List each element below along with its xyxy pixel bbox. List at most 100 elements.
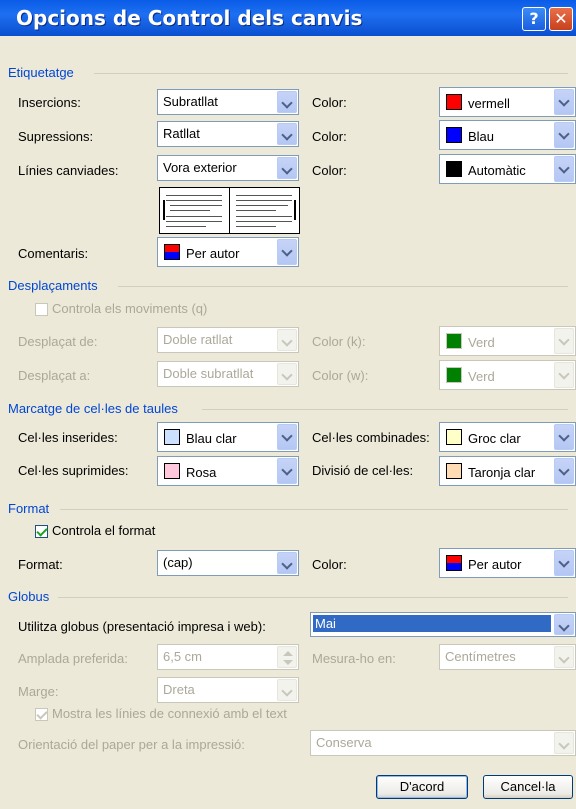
track-format-label: Controla el format <box>52 523 156 538</box>
celles-combinades-select[interactable]: Groc clar <box>439 422 576 452</box>
chevron-down-icon[interactable] <box>554 122 574 148</box>
desplacat-a-value: Doble subratllat <box>163 366 254 381</box>
track-format-checkbox[interactable] <box>35 525 48 538</box>
help-button[interactable]: ? <box>522 7 546 31</box>
linies-color-select[interactable]: Automàtic <box>439 154 576 184</box>
chevron-down-icon[interactable] <box>554 89 574 115</box>
chevron-down-icon[interactable] <box>554 732 574 754</box>
chevron-down-icon[interactable] <box>554 646 574 668</box>
chevron-down-icon[interactable] <box>554 614 574 635</box>
color-swatch <box>446 127 462 143</box>
section-desplacaments: Desplaçaments <box>8 278 98 293</box>
author-color-icon <box>446 555 462 571</box>
marge-select[interactable]: Dreta <box>157 677 299 703</box>
supressions-color-label: Color: <box>312 129 347 144</box>
chevron-down-icon[interactable] <box>277 679 297 701</box>
chevron-down-icon[interactable] <box>554 362 574 388</box>
supressions-value: Ratllat <box>163 126 200 141</box>
chevron-down-icon[interactable] <box>277 552 297 574</box>
ok-button[interactable]: D'acord <box>376 775 468 799</box>
insercions-color-label: Color: <box>312 95 347 110</box>
desplacat-de-value: Doble ratllat <box>163 332 233 347</box>
desplacat-de-select[interactable]: Doble ratllat <box>157 327 299 353</box>
connection-lines-checkbox[interactable] <box>35 708 48 721</box>
color-swatch <box>446 94 462 110</box>
title-bar[interactable]: Opcions de Control dels canvis ? ✕ <box>0 0 576 36</box>
mesura-select[interactable]: Centímetres <box>439 644 576 670</box>
track-moves-checkbox[interactable] <box>35 303 48 316</box>
chevron-down-icon[interactable] <box>554 156 574 182</box>
color-swatch <box>446 367 462 383</box>
section-format: Format <box>8 501 50 516</box>
changed-lines-preview <box>159 187 300 234</box>
linies-select[interactable]: Vora exterior <box>157 155 299 181</box>
amplada-spinner[interactable]: 6,5 cm <box>157 644 299 670</box>
amplada-value: 6,5 cm <box>163 649 203 664</box>
marge-label: Marge: <box>18 684 59 699</box>
linies-color-value: Automàtic <box>468 163 526 178</box>
supressions-color-value: Blau <box>468 129 495 144</box>
chevron-down-icon[interactable] <box>277 239 297 265</box>
desplacat-de-color-select[interactable]: Verd <box>439 326 576 356</box>
supressions-color-select[interactable]: Blau <box>439 120 576 150</box>
format-color-label: Color: <box>312 557 347 572</box>
format-value: (cap) <box>163 555 193 570</box>
desplacat-a-color-select[interactable]: Verd <box>439 360 576 390</box>
utilitza-globus-select[interactable]: Mai <box>310 612 576 637</box>
chevron-down-icon[interactable] <box>277 363 297 385</box>
track-changes-options-dialog: Opcions de Control dels canvis ? ✕ Etiqu… <box>0 0 576 809</box>
supressions-select[interactable]: Ratllat <box>157 121 299 147</box>
section-divider <box>58 597 568 598</box>
desplacat-a-select[interactable]: Doble subratllat <box>157 361 299 387</box>
celles-suprimides-label: Cel·les suprimides: <box>18 463 129 478</box>
track-moves-label: Controla els moviments (q) <box>52 301 208 316</box>
celles-inserides-select[interactable]: Blau clar <box>157 422 299 452</box>
insercions-label: Insercions: <box>18 95 81 110</box>
section-divider <box>118 286 568 287</box>
utilitza-globus-value: Mai <box>313 615 551 632</box>
preview-divider <box>229 188 230 233</box>
divisio-celles-value: Taronja clar <box>468 465 536 480</box>
format-select[interactable]: (cap) <box>157 550 299 576</box>
color-swatch <box>446 429 462 445</box>
close-button[interactable]: ✕ <box>549 7 573 31</box>
celles-inserides-label: Cel·les inserides: <box>18 430 118 445</box>
desplacat-de-color-label: Color (k): <box>312 334 366 349</box>
mesura-value: Centímetres <box>445 649 516 664</box>
divisio-celles-select[interactable]: Taronja clar <box>439 456 576 486</box>
divisio-celles-label: Divisió de cel·les: <box>312 463 414 478</box>
chevron-down-icon[interactable] <box>277 157 297 179</box>
cancel-button[interactable]: Cancel·la <box>483 775 573 799</box>
celles-combinades-label: Cel·les combinades: <box>312 430 430 445</box>
color-swatch <box>446 463 462 479</box>
section-divider <box>202 409 568 410</box>
chevron-down-icon[interactable] <box>277 329 297 351</box>
chevron-down-icon[interactable] <box>554 328 574 354</box>
insercions-select[interactable]: Subratllat <box>157 89 299 115</box>
celles-inserides-value: Blau clar <box>186 431 237 446</box>
desplacat-a-color-value: Verd <box>468 369 495 384</box>
utilitza-globus-label: Utilitza globus (presentació impresa i w… <box>18 619 266 634</box>
spinner-icon[interactable] <box>277 646 297 668</box>
chevron-down-icon[interactable] <box>277 91 297 113</box>
dialog-title: Opcions de Control dels canvis <box>16 6 363 30</box>
color-swatch <box>164 463 180 479</box>
chevron-down-icon[interactable] <box>554 458 574 484</box>
insercions-color-select[interactable]: vermell <box>439 87 576 117</box>
linies-label: Línies canviades: <box>18 163 119 178</box>
section-divider <box>60 509 568 510</box>
chevron-down-icon[interactable] <box>554 550 574 576</box>
comentaris-color-select[interactable]: Per autor <box>157 237 299 267</box>
chevron-down-icon[interactable] <box>554 424 574 450</box>
format-color-select[interactable]: Per autor <box>439 548 576 578</box>
celles-suprimides-select[interactable]: Rosa <box>157 456 299 486</box>
chevron-down-icon[interactable] <box>277 123 297 145</box>
insercions-color-value: vermell <box>468 96 510 111</box>
chevron-down-icon[interactable] <box>277 458 297 484</box>
color-swatch <box>446 333 462 349</box>
linies-color-label: Color: <box>312 163 347 178</box>
insercions-value: Subratllat <box>163 94 218 109</box>
orientacio-label: Orientació del paper per a la impressió: <box>18 737 245 752</box>
orientacio-select[interactable]: Conserva <box>310 730 576 756</box>
chevron-down-icon[interactable] <box>277 424 297 450</box>
